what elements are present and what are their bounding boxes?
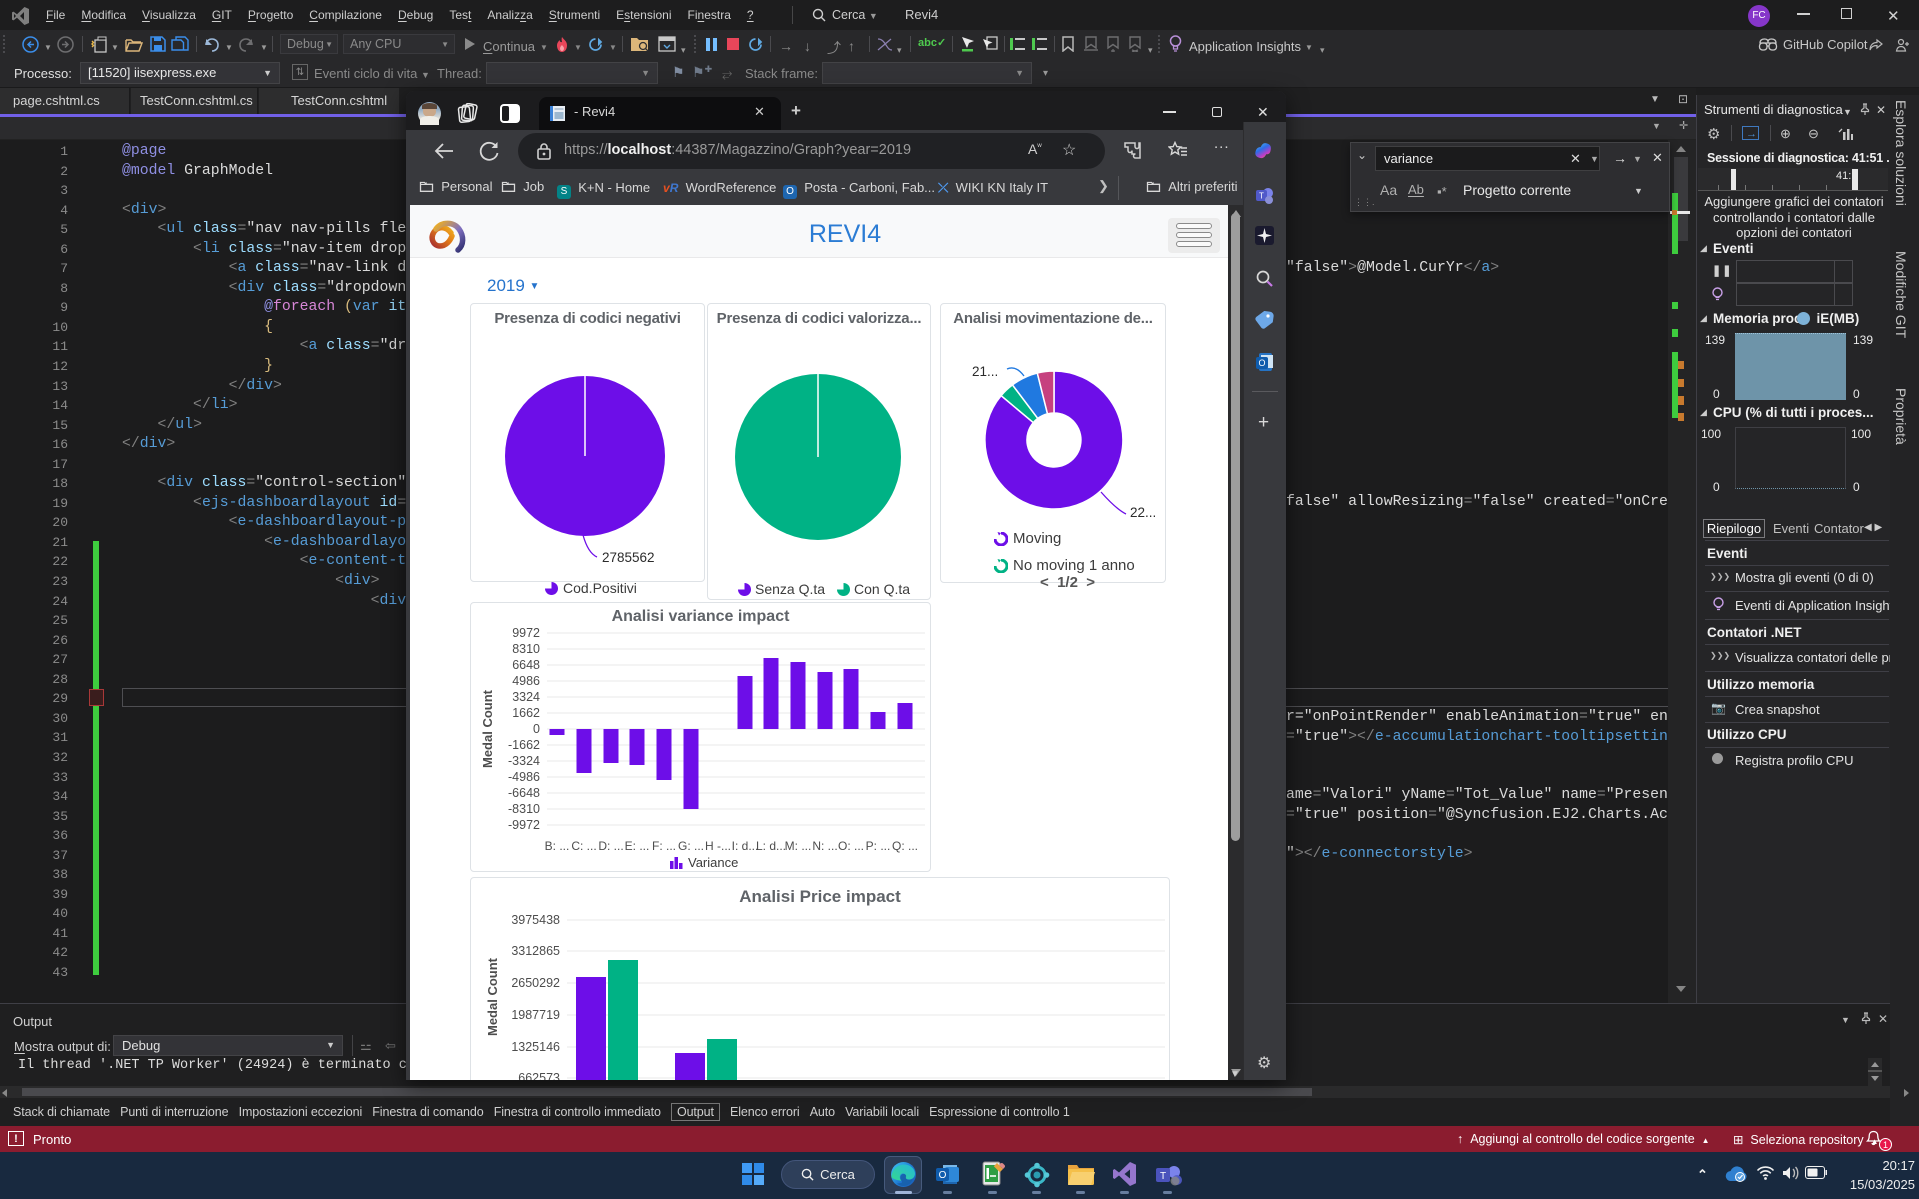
svg-text:O: O (939, 1170, 947, 1181)
svg-text:T: T (1259, 192, 1264, 201)
svg-text:O: O (1258, 358, 1265, 368)
svg-text:T: T (1160, 1171, 1166, 1182)
